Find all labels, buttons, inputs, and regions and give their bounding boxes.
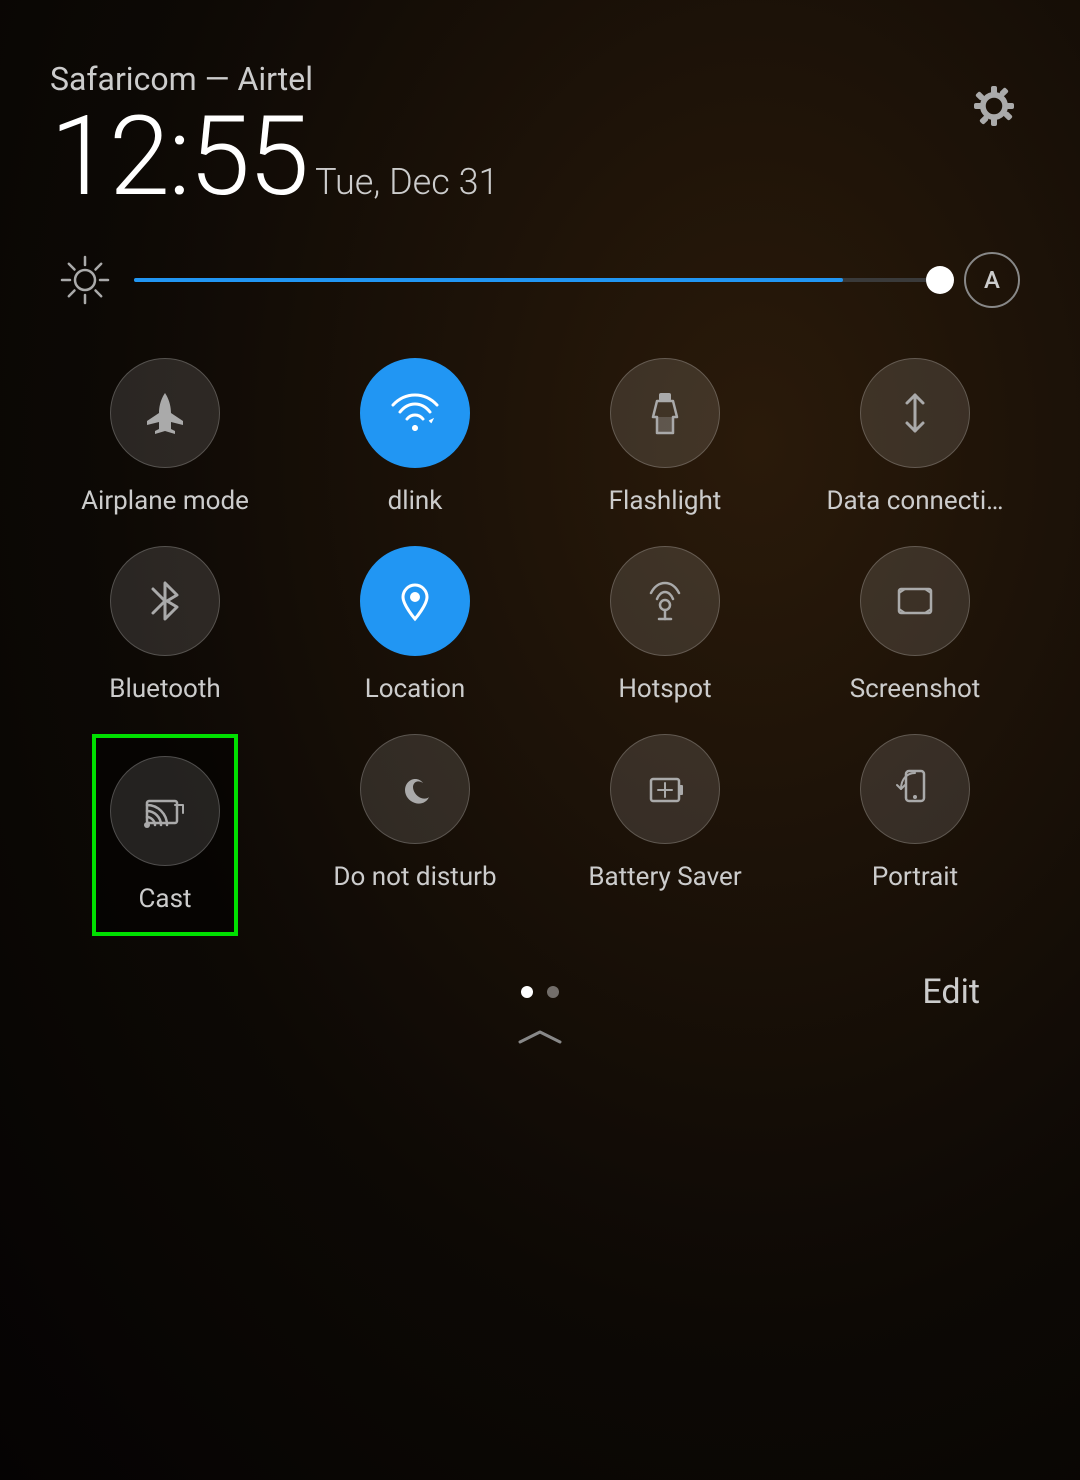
brightness-fill bbox=[134, 278, 843, 282]
tile-battery-label: Battery Saver bbox=[588, 862, 741, 892]
page-indicators bbox=[521, 986, 559, 998]
tile-bluetooth-label: Bluetooth bbox=[109, 674, 220, 704]
header-left: Safaricom — Airtel 12:55 Tue, Dec 31 bbox=[50, 60, 499, 212]
tile-wifi[interactable]: dlink bbox=[300, 358, 530, 516]
tile-hotspot-label: Hotspot bbox=[618, 674, 711, 704]
tile-screenshot-circle[interactable] bbox=[860, 546, 970, 656]
tile-data-label: Data connecti… bbox=[826, 486, 1003, 516]
clock-date: Tue, Dec 31 bbox=[315, 161, 498, 203]
tile-hotspot[interactable]: Hotspot bbox=[550, 546, 780, 704]
bottom-nav: Edit bbox=[50, 986, 1030, 998]
tile-location[interactable]: Location bbox=[300, 546, 530, 704]
tile-portrait-circle[interactable] bbox=[860, 734, 970, 844]
tile-battery-circle[interactable] bbox=[610, 734, 720, 844]
quick-tiles-row1: Airplane mode dlink bbox=[50, 358, 1030, 516]
settings-button[interactable] bbox=[958, 60, 1030, 142]
tile-dnd-label: Do not disturb bbox=[333, 862, 496, 892]
tile-location-label: Location bbox=[365, 674, 466, 704]
nav-handle-icon bbox=[510, 1028, 570, 1048]
quick-tiles-row3: Cast Do not disturb bbox=[50, 734, 1030, 936]
tile-dnd-circle[interactable] bbox=[360, 734, 470, 844]
tile-screenshot[interactable]: Screenshot bbox=[800, 546, 1030, 704]
auto-brightness-button[interactable]: A bbox=[964, 252, 1020, 308]
tile-cast-highlighted[interactable]: Cast bbox=[92, 734, 238, 936]
page-dot-1 bbox=[521, 986, 533, 998]
tile-airplane[interactable]: Airplane mode bbox=[50, 358, 280, 516]
tile-cast-circle[interactable] bbox=[110, 756, 220, 866]
tile-flashlight-label: Flashlight bbox=[609, 486, 722, 516]
tile-bluetooth-circle[interactable] bbox=[110, 546, 220, 656]
brightness-thumb[interactable] bbox=[926, 266, 954, 294]
tile-data-circle[interactable] bbox=[860, 358, 970, 468]
tile-cast-label: Cast bbox=[139, 884, 192, 914]
tile-hotspot-circle[interactable] bbox=[610, 546, 720, 656]
tile-screenshot-label: Screenshot bbox=[850, 674, 981, 704]
tile-wifi-label: dlink bbox=[388, 486, 443, 516]
nav-handle-area bbox=[50, 1028, 1030, 1048]
tile-cast-wrapper[interactable]: Cast bbox=[50, 734, 280, 936]
brightness-icon bbox=[60, 255, 110, 305]
tile-location-circle[interactable] bbox=[360, 546, 470, 656]
tile-battery[interactable]: Battery Saver bbox=[550, 734, 780, 936]
tile-airplane-circle[interactable] bbox=[110, 358, 220, 468]
page-dot-2 bbox=[547, 986, 559, 998]
tile-flashlight[interactable]: Flashlight bbox=[550, 358, 780, 516]
clock-time: 12:55 bbox=[50, 102, 307, 212]
tile-data[interactable]: Data connecti… bbox=[800, 358, 1030, 516]
tile-airplane-label: Airplane mode bbox=[81, 486, 249, 516]
quick-tiles-row2: Bluetooth Location bbox=[50, 546, 1030, 704]
tile-dnd[interactable]: Do not disturb bbox=[300, 734, 530, 936]
tile-flashlight-circle[interactable] bbox=[610, 358, 720, 468]
tile-portrait[interactable]: Portrait bbox=[800, 734, 1030, 936]
tile-portrait-label: Portrait bbox=[872, 862, 958, 892]
tile-wifi-circle[interactable] bbox=[360, 358, 470, 468]
brightness-control[interactable]: A bbox=[50, 252, 1030, 308]
edit-button[interactable]: Edit bbox=[922, 972, 980, 1012]
brightness-slider-track[interactable] bbox=[134, 278, 940, 282]
header: Safaricom — Airtel 12:55 Tue, Dec 31 bbox=[50, 60, 1030, 212]
tile-bluetooth[interactable]: Bluetooth bbox=[50, 546, 280, 704]
